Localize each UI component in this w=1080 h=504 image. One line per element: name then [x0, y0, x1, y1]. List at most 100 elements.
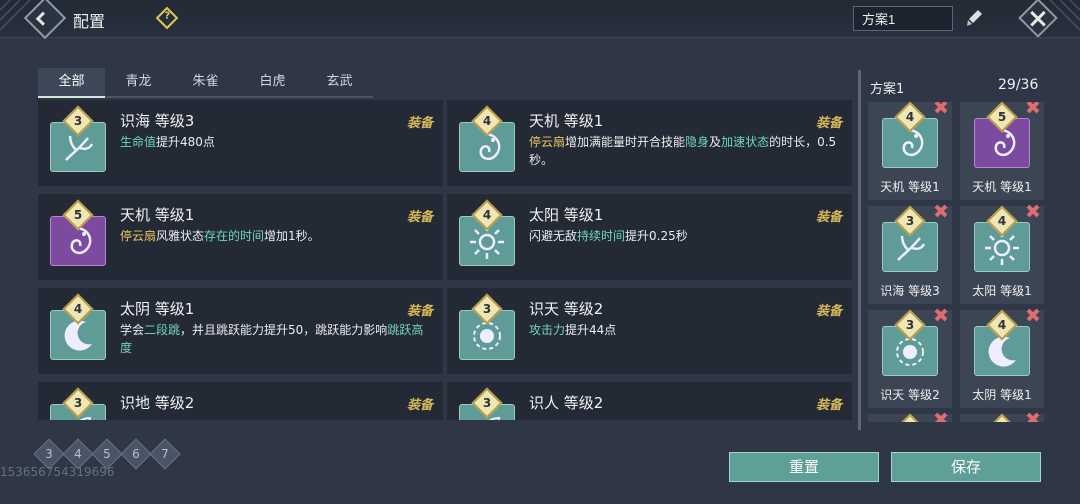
tier-number — [993, 420, 1011, 422]
save-button[interactable]: 保存 — [891, 452, 1041, 482]
tier-number: 3 — [905, 318, 915, 332]
tier-number: 4 — [482, 114, 492, 128]
slot-name: 识天 等级2 — [880, 388, 940, 402]
remove-icon[interactable] — [1026, 102, 1040, 114]
remove-icon[interactable] — [934, 412, 948, 422]
skill-tile: 3 — [459, 387, 515, 420]
tier-number: 4 — [997, 318, 1007, 332]
slot-count: 29/36 — [998, 77, 1039, 93]
skill-tile: 5 — [50, 199, 106, 266]
skill-card[interactable]: 4 天机 等级1 装备 停云扇增加满能量时开合技能隐身及加速状态的时长，0.5秒。 — [447, 100, 852, 186]
skill-tile: 3 — [459, 293, 515, 360]
skill-tile: 3 — [882, 309, 938, 376]
equipped-slot[interactable]: 4 太阴 等级1 — [960, 308, 1044, 408]
tier-number: 3 — [905, 214, 915, 228]
tab-0[interactable]: 全部 — [38, 68, 105, 98]
help-glyph: ? — [164, 10, 171, 22]
equipped-slot[interactable]: 4 天机 等级1 — [868, 102, 952, 200]
category-tabs: 全部 青龙 朱雀 白虎 玄武 — [38, 68, 373, 98]
slot-name: 太阴 等级1 — [972, 388, 1032, 402]
tab-3[interactable]: 白虎 — [239, 68, 306, 98]
tier-number: 3 — [482, 302, 492, 316]
tab-2[interactable]: 朱雀 — [172, 68, 239, 98]
skill-tile: 5 — [974, 102, 1030, 168]
remove-icon[interactable] — [934, 308, 948, 322]
slot-name: 识海 等级3 — [880, 284, 940, 298]
skill-card[interactable]: 3 识天 等级2 装备 攻击力提升44点 — [447, 288, 852, 374]
equip-button[interactable]: 装备 — [816, 300, 842, 319]
chevron-left-icon — [35, 11, 50, 26]
brush-edit-icon[interactable] — [964, 8, 984, 28]
tier-number: 3 — [73, 396, 83, 410]
tab-1[interactable]: 青龙 — [105, 68, 172, 98]
skill-name: 太阳 等级1 — [529, 206, 604, 224]
skill-tile: 4 — [50, 293, 106, 360]
skill-tile: 3 — [50, 387, 106, 420]
equipped-slot[interactable]: 3 识天 等级2 — [868, 308, 952, 408]
equip-button[interactable]: 装备 — [816, 112, 842, 131]
page-title: 配置 — [73, 12, 106, 31]
tier-filter-label: 5 — [103, 447, 111, 461]
tier-number: 4 — [997, 214, 1007, 228]
skill-name: 识海 等级3 — [120, 112, 195, 130]
tier-filter-label: 3 — [45, 447, 53, 461]
slot-name: 天机 等级1 — [972, 180, 1032, 194]
remove-icon[interactable] — [1026, 204, 1040, 218]
tier-number: 4 — [482, 208, 492, 222]
skill-card[interactable]: 4 太阳 等级1 装备闪避无敌持续时间提升0.25秒 — [447, 194, 852, 280]
tier-number: 3 — [73, 114, 83, 128]
tier-number: 5 — [997, 110, 1007, 124]
tier-filter-6[interactable]: 6 — [120, 438, 152, 470]
list-scrollbar[interactable] — [858, 70, 861, 430]
skill-card[interactable]: 3 识海 等级3 装备 生命值提升480点 — [38, 100, 443, 186]
remove-icon[interactable] — [1026, 412, 1040, 422]
skill-description: 停云扇增加满能量时开合技能隐身及加速状态的时长，0.5秒。 — [529, 135, 837, 167]
equip-button[interactable]: 装备 — [407, 300, 433, 319]
skill-tile: 4 — [882, 102, 938, 168]
tier-number — [901, 420, 919, 422]
equip-button[interactable]: 装备 — [816, 206, 842, 225]
skill-description: 闪避无敌持续时间提升0.25秒 — [529, 229, 688, 243]
skill-card[interactable]: 3 识地 等级2 装备 — [38, 382, 443, 420]
equip-button[interactable]: 装备 — [407, 112, 433, 131]
skill-tile: 4 — [974, 309, 1030, 376]
tier-number: 4 — [73, 302, 83, 316]
skill-name: 天机 等级1 — [120, 206, 195, 224]
tier-badge — [986, 413, 1018, 422]
reset-button[interactable]: 重置 — [729, 452, 879, 482]
equipped-slot[interactable]: 4 太阳 等级1 — [960, 204, 1044, 304]
watermark-text: 153656754319696 — [0, 465, 115, 479]
skill-name: 识人 等级2 — [529, 394, 604, 412]
skill-description: 停云扇风雅状态存在的时间增加1秒。 — [120, 229, 320, 243]
tier-filter-7[interactable]: 7 — [149, 438, 181, 470]
equip-button[interactable]: 装备 — [407, 206, 433, 225]
equipped-slot[interactable] — [868, 412, 952, 422]
skill-card[interactable]: 4 太阴 等级1 装备 学会二段跳，并且跳跃能力提升50，跳跃能力影响跳跃高度 — [38, 288, 443, 374]
equipped-slot[interactable]: 3 识海 等级3 — [868, 204, 952, 304]
equipped-slot[interactable] — [960, 412, 1044, 422]
tier-number: 5 — [73, 208, 83, 222]
panel-title: 方案1 — [870, 82, 905, 97]
skill-card[interactable]: 5 天机 等级1 装备停云扇风雅状态存在的时间增加1秒。 — [38, 194, 443, 280]
equip-button[interactable]: 装备 — [407, 394, 433, 413]
tier-filter-label: 4 — [74, 447, 82, 461]
skill-description: 攻击力提升44点 — [529, 323, 617, 337]
tab-4[interactable]: 玄武 — [306, 68, 373, 98]
plan-name-input[interactable] — [853, 6, 953, 31]
tier-badge — [894, 413, 926, 422]
skill-card[interactable]: 3 识人 等级2 装备 — [447, 382, 852, 420]
skill-tile: 4 — [459, 105, 515, 172]
equipped-slots: 4 天机 等级1 5 天机 等级1 3 识海 等级3 4 太阳 等级1 3 识天 等级2 4 太阴 等… — [868, 102, 1048, 422]
equipped-slot[interactable]: 5 天机 等级1 — [960, 102, 1044, 200]
remove-icon[interactable] — [934, 204, 948, 218]
tier-filter-label: 7 — [161, 447, 169, 461]
skill-tile: 3 — [882, 205, 938, 272]
skill-card-list[interactable]: 3 识海 等级3 装备 生命值提升480点 4 天机 等级1 装备 停云扇增加满能量时开合技能… — [38, 100, 856, 420]
tier-filter-label: 6 — [132, 447, 140, 461]
level-filter: 3 4 5 6 7 — [33, 438, 181, 470]
remove-icon[interactable] — [1026, 308, 1040, 322]
equip-button[interactable]: 装备 — [816, 394, 842, 413]
tier-number: 3 — [482, 396, 492, 410]
skill-tile: 4 — [974, 205, 1030, 272]
remove-icon[interactable] — [934, 102, 948, 114]
